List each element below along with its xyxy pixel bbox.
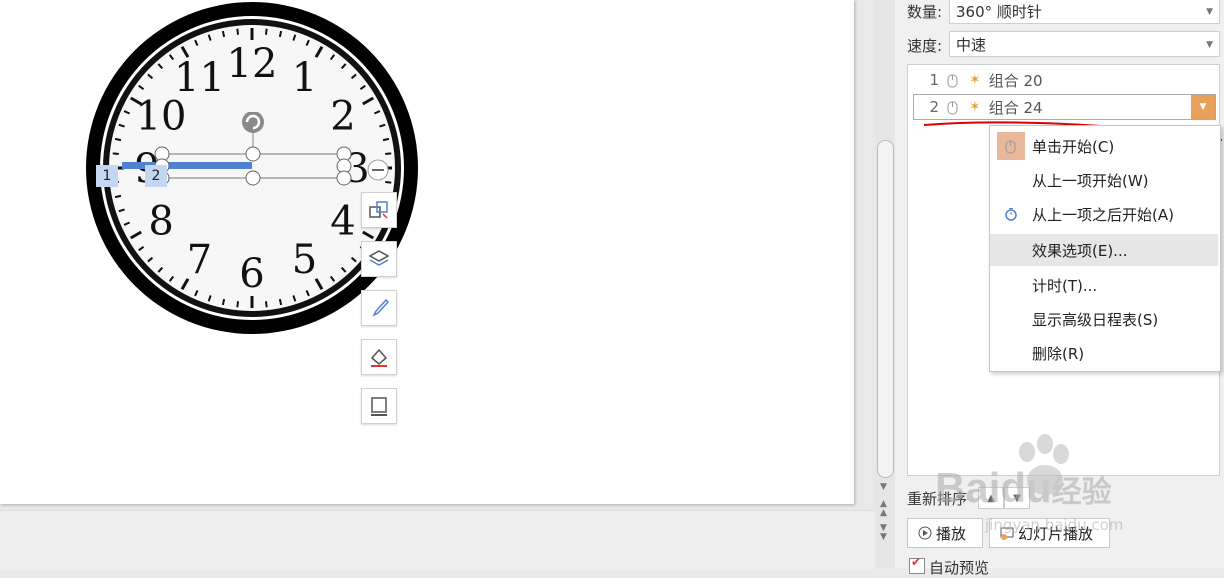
mouse-click-icon [947, 74, 958, 88]
page-up-icon[interactable]: ▲ ▲ [880, 500, 887, 518]
layers-icon [368, 250, 390, 266]
quantity-label: 数量: [907, 3, 943, 21]
menu-item-advanced-timeline[interactable]: 显示高级日程表(S) [990, 303, 1218, 335]
clock-numeral: 1 [292, 55, 317, 101]
chevron-down-icon: ▼ [1199, 102, 1207, 112]
arrow-up-icon: ▲ [987, 492, 995, 504]
context-menu: 单击开始(C) 从上一项开始(W) 从上一项之后开始(A) 效果选项(E)...… [989, 125, 1221, 372]
animation-item[interactable]: 1 ✶ 组合 20 [915, 67, 1215, 93]
speed-value: 中速 [956, 36, 987, 54]
menu-item-effect-options[interactable]: 效果选项(E)... [990, 234, 1218, 266]
scroll-down-icon[interactable]: ▼ [880, 482, 887, 492]
menu-item-label: 效果选项(E)... [1032, 241, 1128, 260]
animation-tag-2: 2 [145, 165, 167, 187]
speed-dropdown[interactable]: 中速 ▼ [949, 31, 1220, 57]
clock-minor-tick [278, 298, 283, 306]
scrollbar-thumb[interactable] [877, 140, 894, 478]
menu-item-label: 删除(R) [1032, 344, 1085, 363]
clock-minor-tick [221, 30, 226, 38]
checkmark-icon: ✔ [911, 555, 922, 569]
play-button-label: 播放 [936, 524, 967, 543]
fill-button[interactable] [361, 339, 397, 375]
clock-minor-tick [265, 301, 268, 308]
menu-item-label: 计时(T)... [1032, 276, 1098, 295]
fill-bucket-icon [370, 348, 388, 367]
mouse-click-icon [997, 132, 1025, 160]
menu-item-label: 从上一项之后开始(A) [1032, 205, 1174, 224]
animation-name: 组合 20 [988, 71, 1043, 90]
quantity-dropdown[interactable]: 360° 顺时针 ▼ [949, 0, 1220, 24]
quantity-value: 360° 顺时针 [956, 3, 1042, 21]
menu-item-label: 显示高级日程表(S) [1032, 310, 1159, 329]
slideshow-button-label: 幻灯片播放 [1018, 524, 1094, 543]
move-up-button[interactable]: ▲ [978, 487, 1004, 509]
animation-tag-1: 1 [96, 165, 118, 187]
clock-numeral: 7 [187, 237, 212, 283]
mouse-click-icon [947, 101, 958, 115]
play-icon [918, 526, 932, 540]
clock-numeral: 8 [148, 199, 173, 245]
menu-item-start-on-click[interactable]: 单击开始(C) [990, 130, 1218, 162]
clock-minor-tick [236, 28, 239, 35]
clock-numeral: 4 [330, 199, 355, 245]
shape-tool-button[interactable] [361, 192, 397, 228]
clock-minor-tick [278, 30, 283, 38]
chevron-down-icon: ▼ [1206, 40, 1213, 50]
slideshow-button[interactable]: 幻灯片播放 [989, 518, 1110, 548]
animation-number: 2 [929, 98, 939, 116]
outline-button[interactable] [361, 388, 397, 424]
clock-minor-tick [236, 301, 239, 308]
page-down-icon[interactable]: ▼ ▼ [880, 524, 887, 542]
arrow-down-icon: ▼ [1013, 492, 1021, 504]
brush-icon [372, 298, 390, 317]
clock-minor-tick [221, 298, 226, 306]
clock-minor-tick [114, 194, 122, 199]
animation-number: 1 [929, 71, 939, 89]
slideshow-icon [1000, 527, 1014, 540]
clock-hand-selected [122, 162, 252, 169]
clock-numeral: 6 [239, 251, 264, 297]
replace-shape-icon [369, 201, 388, 219]
menu-item-label: 单击开始(C) [1032, 137, 1115, 156]
spin-effect-icon: ✶ [969, 99, 981, 115]
menu-item-after-previous[interactable]: 从上一项之后开始(A) [990, 198, 1218, 230]
clock-numeral: 5 [292, 237, 317, 283]
format-painter-button[interactable] [361, 290, 397, 326]
play-button[interactable]: 播放 [907, 518, 983, 548]
speed-label: 速度: [907, 37, 943, 55]
clock-minor-tick [265, 28, 268, 35]
clock-icon [997, 200, 1025, 228]
menu-item-with-previous[interactable]: 从上一项开始(W) [990, 164, 1218, 196]
border-icon [371, 397, 387, 416]
layer-button[interactable] [361, 241, 397, 277]
menu-item-label: 从上一项开始(W) [1032, 171, 1149, 190]
autopreview-checkbox[interactable]: ✔ [909, 555, 925, 574]
chevron-down-icon: ▼ [1206, 7, 1213, 17]
spin-effect-icon: ✶ [969, 72, 981, 88]
menu-item-timing[interactable]: 计时(T)... [990, 269, 1218, 301]
notes-area [0, 510, 875, 569]
clock-numeral: 11 [174, 55, 225, 101]
menu-item-delete[interactable]: 删除(R) [990, 337, 1218, 369]
clock-numeral: 12 [227, 41, 278, 87]
reorder-label: 重新排序 [907, 490, 968, 508]
move-down-button[interactable]: ▼ [1004, 487, 1030, 509]
